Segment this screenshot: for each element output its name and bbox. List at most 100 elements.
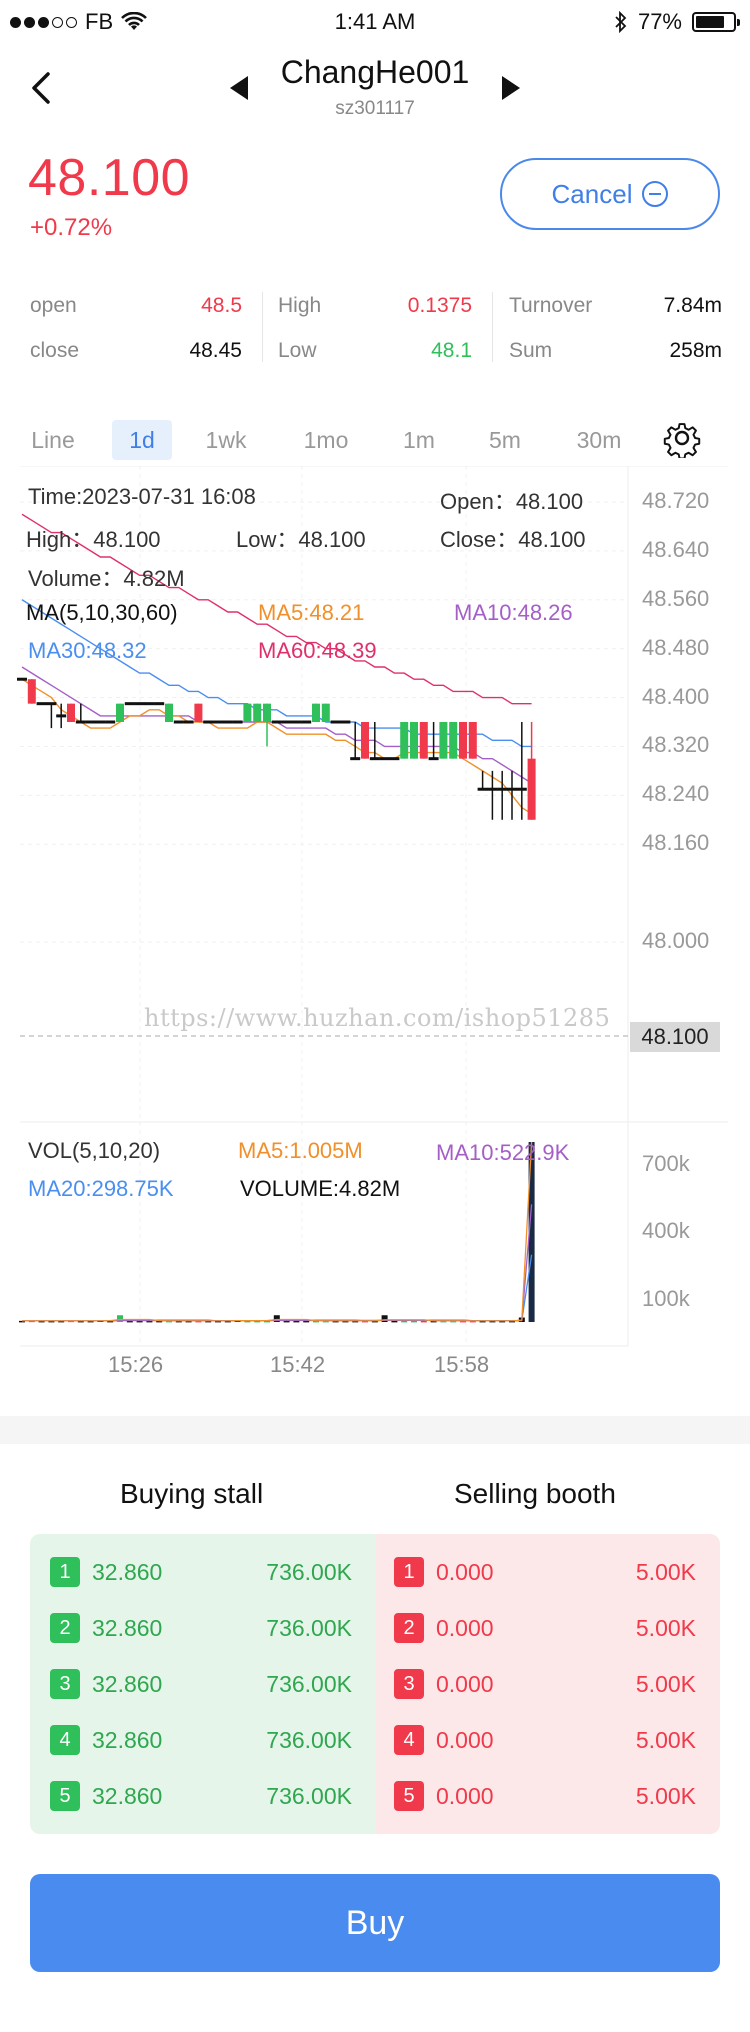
candle-body xyxy=(516,787,527,791)
stat-value-open: 48.5 xyxy=(201,294,242,317)
sell-row[interactable]: 3 0.000 5.00K xyxy=(394,1664,704,1704)
gear-icon[interactable] xyxy=(662,418,702,458)
buy-row[interactable]: 3 32.860 736.00K xyxy=(50,1664,360,1704)
info-close: Close：48.100 xyxy=(440,527,586,552)
ma5-legend: MA5:48.21 xyxy=(258,600,365,625)
candle-body xyxy=(222,720,233,724)
buy-volume: 736.00K xyxy=(266,1670,352,1697)
buy-side: 1 32.860 736.00K 2 32.860 736.00K 3 32.8… xyxy=(30,1534,376,1834)
order-book: 1 32.860 736.00K 2 32.860 736.00K 3 32.8… xyxy=(30,1534,720,1834)
candle-body xyxy=(173,720,184,724)
status-bar: FB 1:41 AM 77% xyxy=(0,0,750,44)
buy-volume: 736.00K xyxy=(266,1558,352,1585)
volume-bar xyxy=(411,1320,417,1323)
minus-circle-icon xyxy=(642,181,669,207)
tab-1m[interactable]: 1m xyxy=(394,420,444,460)
status-right: 77% xyxy=(614,9,740,35)
tab-line[interactable]: Line xyxy=(20,420,86,460)
battery-icon xyxy=(692,12,740,32)
sell-price: 0.000 xyxy=(436,1726,494,1753)
volume-bar xyxy=(420,1320,427,1323)
candle-body xyxy=(232,720,243,724)
candle-body xyxy=(154,702,165,706)
sell-volume: 5.00K xyxy=(635,1558,696,1585)
candle-body xyxy=(85,720,96,724)
tab-5m[interactable]: 5m xyxy=(480,420,530,460)
volume-bar xyxy=(293,1320,300,1323)
candle-body xyxy=(263,703,271,722)
candle-body xyxy=(379,757,390,761)
time-axis-tick: 15:42 xyxy=(270,1352,326,1377)
section-divider xyxy=(0,1416,750,1444)
sell-volume: 5.00K xyxy=(635,1726,696,1753)
vol-ma5-line xyxy=(22,1141,533,1322)
time-axis-tick: 15:58 xyxy=(434,1352,490,1377)
rank-badge: 3 xyxy=(50,1669,80,1699)
next-stock-icon[interactable] xyxy=(500,74,522,102)
time-axis-tick: 15:26 xyxy=(108,1352,164,1377)
app-root: FB 1:41 AM 77% ChangHe001 sz301117 48.10… xyxy=(0,0,750,2032)
price-axis-tick: 48.480 xyxy=(642,634,710,660)
tab-30m[interactable]: 30m xyxy=(566,420,632,460)
candle-body xyxy=(410,722,418,759)
sell-row[interactable]: 1 0.000 5.00K xyxy=(394,1552,704,1592)
vol-legend-label: VOL(5,10,20) xyxy=(28,1138,161,1163)
sell-price: 0.000 xyxy=(436,1614,494,1641)
volume-axis-tick: 100k xyxy=(642,1285,690,1311)
candle-body xyxy=(400,722,409,759)
price-axis-tick: 48.000 xyxy=(642,928,710,953)
stat-label-sum: Sum xyxy=(509,339,553,362)
sell-price: 0.000 xyxy=(436,1670,494,1697)
vol-ma10-line xyxy=(22,1204,533,1322)
candle-body xyxy=(321,703,330,722)
info-low: Low：48.100 xyxy=(236,527,366,552)
current-price: 48.100 xyxy=(28,149,191,207)
buy-row[interactable]: 5 32.860 736.00K xyxy=(50,1776,360,1816)
buy-button[interactable]: Buy xyxy=(30,1874,720,1972)
tab-1wk[interactable]: 1wk xyxy=(196,420,256,460)
sell-price: 0.000 xyxy=(436,1558,494,1585)
candle-body xyxy=(369,757,380,761)
candle-body xyxy=(203,720,214,724)
sell-volume: 5.00K xyxy=(635,1670,696,1697)
candle-body xyxy=(271,720,282,724)
buy-row[interactable]: 1 32.860 736.00K xyxy=(50,1552,360,1592)
candle-body xyxy=(27,679,36,704)
battery-percent: 77% xyxy=(637,9,682,34)
candle-body xyxy=(361,722,369,759)
watermark-text: https://www.huzhan.com/ishop51285 xyxy=(144,1004,611,1032)
sell-book-title: Selling booth xyxy=(454,1478,616,1509)
rank-badge: 5 xyxy=(50,1781,80,1811)
candle-body xyxy=(165,703,173,722)
volume-bar xyxy=(401,1320,408,1323)
sell-row[interactable]: 4 0.000 5.00K xyxy=(394,1720,704,1760)
buy-price: 32.860 xyxy=(92,1782,163,1809)
rank-badge: 4 xyxy=(50,1725,80,1755)
tab-1mo[interactable]: 1mo xyxy=(294,420,358,460)
buy-price: 32.860 xyxy=(92,1726,163,1753)
stats-divider xyxy=(262,292,263,362)
candle-body xyxy=(56,714,67,718)
volume-axis-tick: 400k xyxy=(642,1218,690,1243)
battery-fill xyxy=(696,16,724,28)
candle-body xyxy=(468,722,477,759)
price-axis-tick: 48.560 xyxy=(642,585,710,611)
candle-body xyxy=(67,703,75,722)
rank-badge: 1 xyxy=(394,1557,424,1587)
buy-row[interactable]: 2 32.860 736.00K xyxy=(50,1608,360,1648)
volume-axis-tick: 700k xyxy=(642,1150,690,1176)
tab-1d[interactable]: 1d xyxy=(112,420,172,460)
sell-row[interactable]: 2 0.000 5.00K xyxy=(394,1608,704,1648)
price-axis-tick: 48.400 xyxy=(642,683,710,709)
buy-row[interactable]: 4 32.860 736.00K xyxy=(50,1720,360,1760)
volume-bar xyxy=(283,1320,290,1323)
candle-body xyxy=(134,702,145,706)
sell-row[interactable]: 5 0.000 5.00K xyxy=(394,1776,704,1816)
buy-price: 32.860 xyxy=(92,1614,163,1641)
candle-body xyxy=(449,722,458,759)
candle-body xyxy=(487,787,498,791)
cancel-button[interactable]: Cancel xyxy=(500,158,720,230)
stat-label-high: High xyxy=(278,294,322,317)
ma60-legend: MA60:48.39 xyxy=(258,638,377,663)
stat-label-low: Low xyxy=(278,339,317,362)
